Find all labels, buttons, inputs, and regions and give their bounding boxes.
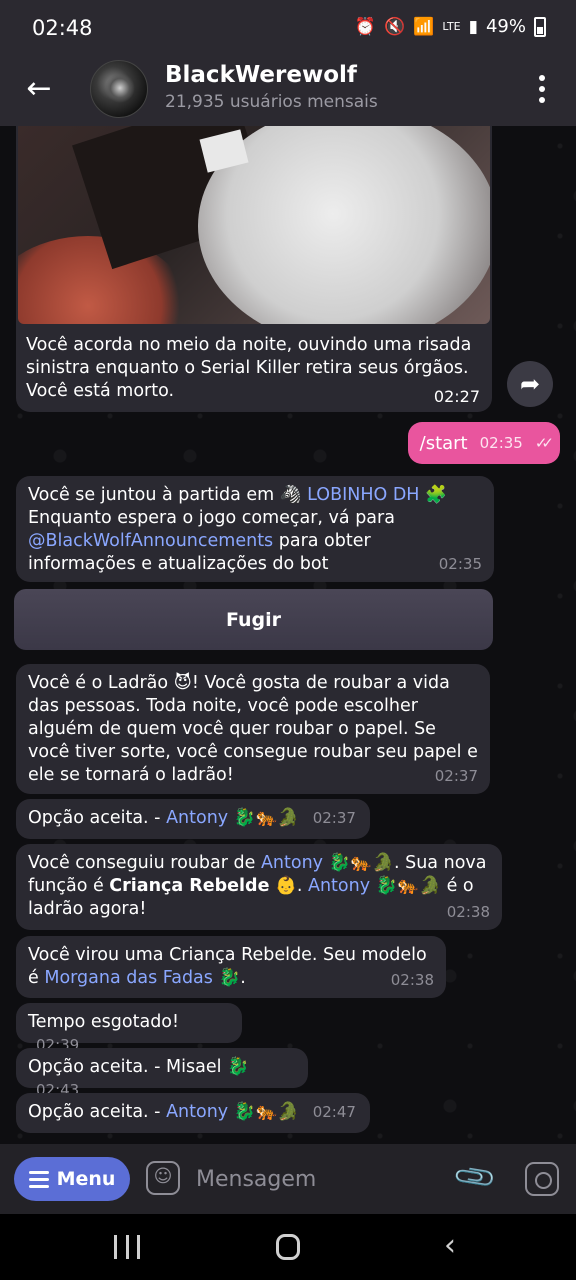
incoming-message[interactable]: Opção aceita. - Misael 🐉 02:43 <box>16 1048 308 1099</box>
chat-title[interactable]: BlackWerewolf <box>165 62 357 88</box>
zebra-emoji: 🦓 <box>279 485 302 505</box>
model-link[interactable]: Morgana das Fadas <box>44 968 213 988</box>
channel-link[interactable]: @BlackWolfAnnouncements <box>28 531 273 551</box>
media-message[interactable]: Você acorda no meio da noite, ouvindo um… <box>16 126 492 412</box>
message-time: 02:35 <box>479 434 523 452</box>
home-icon[interactable] <box>276 1234 300 1260</box>
attach-icon[interactable]: 📎 <box>450 1153 499 1202</box>
menu-button[interactable]: Menu <box>14 1157 130 1201</box>
devil-emoji: 😈 <box>173 673 192 693</box>
player-emojis: 🐉🐅🐊 <box>233 1102 300 1122</box>
recents-icon[interactable] <box>114 1235 140 1259</box>
message-time: 02:27 <box>433 387 480 406</box>
incoming-message[interactable]: Você se juntou à partida em 🦓 LOBINHO DH… <box>16 476 494 582</box>
incoming-message[interactable]: Você virou uma Criança Rebelde. Seu mode… <box>16 936 446 998</box>
group-link[interactable]: LOBINHO DH <box>307 485 419 505</box>
player-emojis: 🐉🐅🐊 <box>233 808 300 828</box>
dragon-emoji: 🐉 <box>227 1057 249 1077</box>
signal-icon: ▮ <box>468 16 478 37</box>
message-time: 02:38 <box>390 971 434 989</box>
message-image[interactable] <box>18 126 490 324</box>
message-time: 02:47 <box>312 1103 356 1121</box>
incoming-message[interactable]: Opção aceita. - Antony 🐉🐅🐊 02:37 <box>16 799 370 839</box>
status-icons: ⏰ 🔇 📶 LTE ▮ 49% <box>355 16 546 37</box>
message-input[interactable] <box>196 1164 436 1194</box>
status-time: 02:48 <box>32 16 93 40</box>
share-icon[interactable]: ➦ <box>507 361 553 407</box>
input-bar: Menu ☺ 📎 <box>0 1144 576 1214</box>
wifi-icon: 📶 <box>413 16 435 37</box>
chat-area[interactable]: Você acorda no meio da noite, ouvindo um… <box>0 126 576 1144</box>
alarm-icon: ⏰ <box>354 16 376 37</box>
message-time: 02:38 <box>446 903 490 921</box>
back-arrow-icon[interactable]: ← <box>22 72 56 106</box>
mute-icon: 🔇 <box>383 16 406 37</box>
battery-icon <box>534 16 546 37</box>
outgoing-message[interactable]: /start 02:35 ✓✓ <box>407 422 560 464</box>
incoming-message[interactable]: Opção aceita. - Antony 🐉🐅🐊 02:47 <box>16 1093 370 1133</box>
camera-icon[interactable] <box>525 1162 559 1196</box>
avatar[interactable] <box>90 60 148 118</box>
puzzle-emoji: 🧩 <box>425 485 447 505</box>
hamburger-icon <box>28 1170 49 1188</box>
player-link[interactable]: Antony <box>308 876 370 896</box>
player-link[interactable]: Antony <box>261 853 323 873</box>
chat-subtitle: 21,935 usuários mensais <box>165 92 378 112</box>
message-text: /start <box>419 432 468 454</box>
more-options-icon[interactable] <box>530 72 554 106</box>
status-bar: 02:48 ⏰ 🔇 📶 LTE ▮ 49% <box>0 0 576 58</box>
battery-percent: 49% <box>485 16 526 37</box>
message-time: 02:37 <box>434 767 478 785</box>
player-emojis: 🐉🐅🐊 <box>375 876 442 896</box>
incoming-message[interactable]: Você conseguiu roubar de Antony 🐉🐅🐊. Sua… <box>16 844 502 930</box>
player-emojis: 🐉🐅🐊 <box>328 853 394 873</box>
role-name: Criança Rebelde <box>109 876 270 896</box>
dragon-emoji: 🐉 <box>218 968 241 988</box>
network-label: LTE <box>442 20 461 33</box>
player-link[interactable]: Antony <box>166 808 228 828</box>
message-time: 02:35 <box>438 555 482 573</box>
message-time: 02:37 <box>312 809 356 827</box>
fugir-button[interactable]: Fugir <box>14 589 493 650</box>
baby-emoji: 👶 <box>275 876 297 896</box>
incoming-message[interactable]: Tempo esgotado! 02:39 <box>16 1003 242 1054</box>
incoming-message[interactable]: Você é o Ladrão 😈! Você gosta de roubar … <box>16 664 490 794</box>
message-text: Você acorda no meio da noite, ouvindo um… <box>26 335 472 401</box>
system-nav-bar: ‹ <box>0 1214 576 1280</box>
chat-header: ← BlackWerewolf 21,935 usuários mensais <box>0 58 576 126</box>
player-link[interactable]: Antony <box>166 1102 228 1122</box>
read-ticks-icon: ✓✓ <box>534 434 554 452</box>
nav-back-icon[interactable]: ‹ <box>438 1230 462 1262</box>
sticker-icon[interactable]: ☺ <box>146 1161 180 1195</box>
